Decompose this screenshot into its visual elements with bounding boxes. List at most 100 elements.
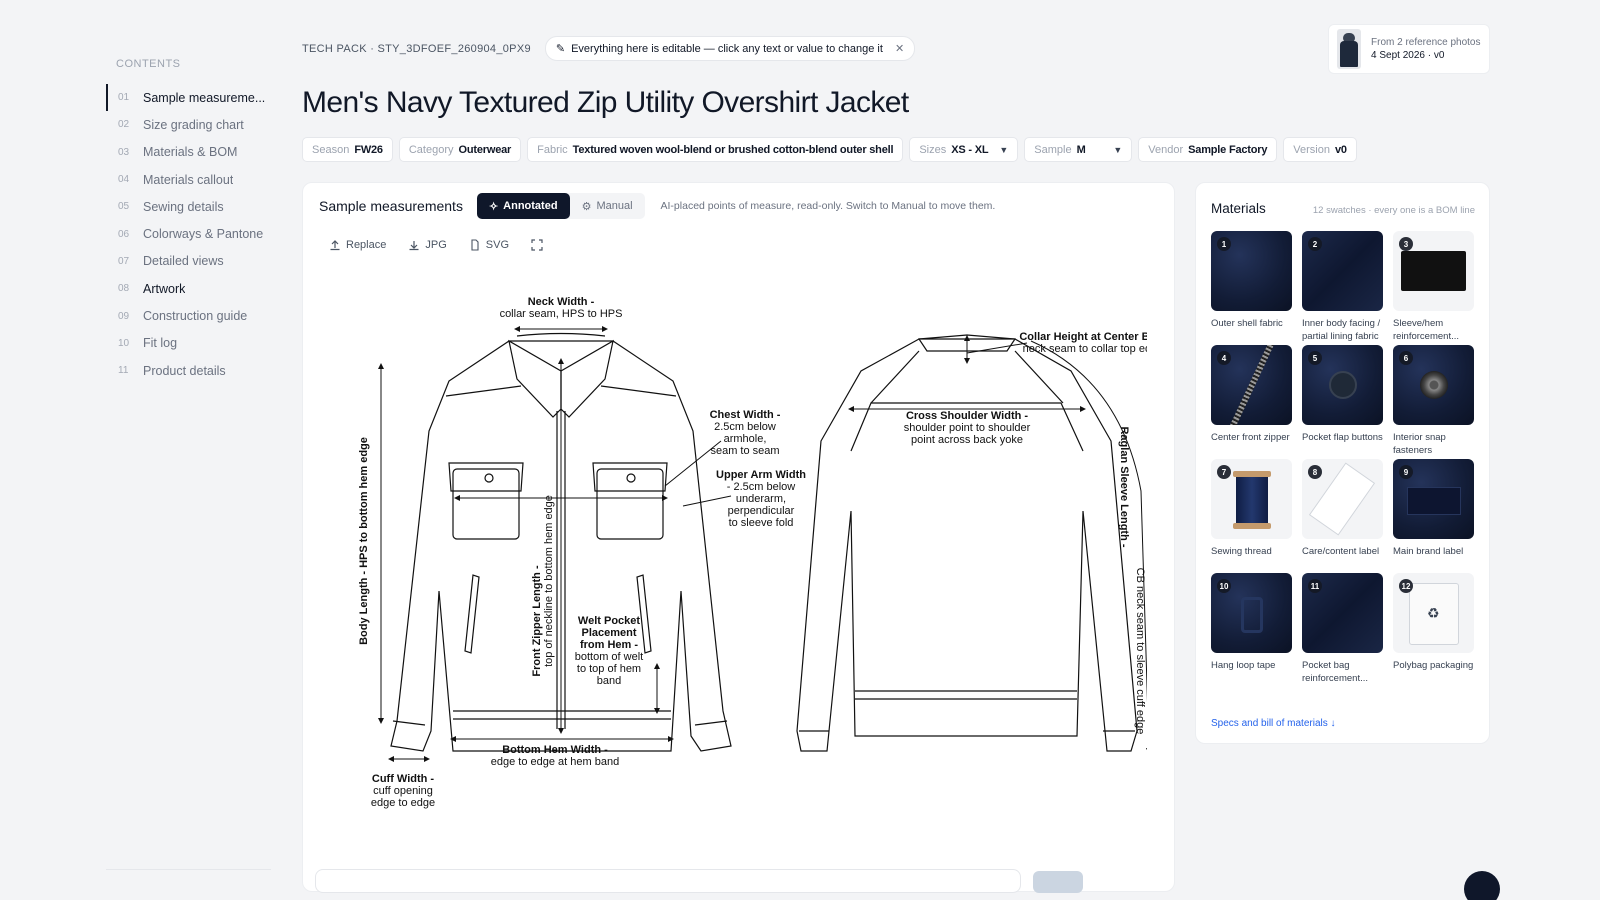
swatch-label: Sleeve/hem reinforcement... [1393,318,1459,342]
label-welt-pocket-6: band [597,675,621,687]
thread-spool-icon: 7 [1211,459,1292,539]
polybag-icon: 12 ♻ [1393,573,1474,653]
version-chip[interactable]: Version v0 [1283,137,1357,162]
label-upper-arm-desc-3: perpendicular [728,505,795,517]
attr-value: M [1076,143,1086,156]
swatch-label: Center front zipper [1211,432,1290,443]
attr-key: Sizes [919,143,947,156]
swatch-number: 10 [1217,579,1231,593]
brand-label-icon: 9 [1393,459,1474,539]
manual-mode-button[interactable]: ⚙ Manual [570,193,645,219]
toc-label: Product details [143,363,226,378]
file-icon [471,239,479,251]
label-upper-arm-desc-1: - 2.5cm below [727,481,796,493]
toc-item-size-grading[interactable]: 02 Size grading chart [106,111,276,138]
editable-hint-pill: ✎ Everything here is editable — click an… [544,36,916,61]
toc-item-product-details[interactable]: 11 Product details [106,357,276,384]
label-raglan-sleeve-desc: CB neck seam to sleeve cuff edge [1134,568,1146,735]
attr-value: FW26 [354,143,383,156]
specs-bom-link[interactable]: Specs and bill of materials ↓ [1211,718,1336,729]
annotated-mode-button[interactable]: ✧ Annotated [476,193,570,219]
swatch-pocket-bag[interactable]: 11 Pocket bag reinforcement... [1302,573,1383,687]
swatch-label: Outer shell fabric [1211,318,1283,329]
swatch-number: 3 [1399,237,1413,251]
swatch-care-label[interactable]: 8 Care/content label [1302,459,1383,573]
swatch-snaps[interactable]: 6 Interior snap fasteners [1393,345,1474,459]
mode-toggle: ✧ Annotated ⚙ Manual [476,193,645,219]
chat-button[interactable] [1464,871,1500,900]
swatch-number: 9 [1399,465,1413,479]
download-svg-button[interactable]: SVG [469,239,509,251]
sizes-select[interactable]: Sizes XS - XL ▼ [909,137,1019,162]
sparkle-icon: ✧ [488,200,499,213]
attr-value: v0 [1334,143,1347,156]
attr-value: Sample Factory [1188,143,1268,156]
swatch-reinforcement[interactable]: 3 Sleeve/hem reinforcement... [1393,231,1474,345]
fullscreen-button[interactable] [531,239,543,251]
snap-icon: 6 [1393,345,1474,425]
attr-key: Version [1293,143,1330,156]
swatch-label: Care/content label [1302,546,1380,557]
label-welt-pocket-5: to top of hem [577,663,641,675]
comment-input[interactable] [315,869,1021,893]
toc-heading: CONTENTS [116,58,181,70]
toc-item-artwork[interactable]: 08 Artwork [106,275,276,302]
fabric-chip[interactable]: Fabric Textured woven wool-blend or brus… [527,137,904,162]
reference-photos-card[interactable]: From 2 reference photos 4 Sept 2026 · v0 [1328,24,1490,74]
snap-shape [1420,371,1448,399]
toc-number: 09 [118,310,130,322]
swatch-zipper[interactable]: 4 Center front zipper [1211,345,1292,459]
toc-item-detailed-views[interactable]: 07 Detailed views [106,248,276,275]
swatch-number: 8 [1308,465,1322,479]
swatch-hang-loop[interactable]: 10 Hang loop tape [1211,573,1292,687]
label-welt-pocket-4: bottom of welt [575,651,643,663]
replace-button[interactable]: Replace [329,239,386,251]
toc-item-construction-guide[interactable]: 09 Construction guide [106,302,276,329]
attr-value: Outerwear [458,143,512,156]
label-welt-pocket-1: Welt Pocket [578,615,640,627]
label-bottom-hem-desc: edge to edge at hem band [491,756,619,768]
label-collar-height: Collar Height at Center Back - [1019,331,1147,343]
care-label-icon: 8 [1302,459,1383,539]
label-neck-width: Neck Width - [528,296,595,308]
label-welt-pocket-3: from Hem - [580,639,638,651]
download-jpg-button[interactable]: JPG [408,239,447,251]
swatch-number: 6 [1399,351,1413,365]
season-chip[interactable]: Season FW26 [302,137,393,162]
materials-subtitle: 12 swatches · every one is a BOM line [1312,205,1475,216]
send-button[interactable] [1033,871,1083,893]
swatch-polybag[interactable]: 12 ♻ Polybag packaging [1393,573,1474,687]
breadcrumb: TECH PACK · STY_3DFOEF_260904_0PX9 [302,42,531,55]
category-chip[interactable]: Category Outerwear [398,137,522,162]
swatch-thread[interactable]: 7 Sewing thread [1211,459,1292,573]
reinforcement-swatch-icon: 3 [1393,231,1474,311]
page-title[interactable]: Men's Navy Textured Zip Utility Overshir… [302,86,909,120]
toc-item-materials-bom[interactable]: 03 Materials & BOM [106,139,276,166]
swatch-number: 12 [1399,579,1413,593]
toc-item-fit-log[interactable]: 10 Fit log [106,330,276,357]
toc-item-sample-measurements[interactable]: 01 Sample measureme... [106,84,276,112]
swatch-buttons[interactable]: 5 Pocket flap buttons [1302,345,1383,459]
toc-item-materials-callout[interactable]: 04 Materials callout [106,166,276,193]
close-icon[interactable]: ✕ [895,42,904,55]
toc-item-colorways[interactable]: 06 Colorways & Pantone [106,220,276,247]
toc-number: 04 [118,174,130,186]
swatch-number: 5 [1308,351,1322,365]
swatch-outer-shell[interactable]: 1 Outer shell fabric [1211,231,1292,345]
vendor-chip[interactable]: Vendor Sample Factory [1138,137,1278,162]
swatch-label: Polybag packaging [1393,660,1474,671]
sample-size-select[interactable]: Sample M ▼ [1024,137,1133,162]
chevron-down-icon: ▼ [999,144,1009,155]
swatch-inner-lining[interactable]: 2 Inner body facing / partial lining fab… [1302,231,1383,345]
toc-item-sewing-details[interactable]: 05 Sewing details [106,193,276,220]
toc-label: Construction guide [143,309,248,324]
swatch-number: 11 [1308,579,1322,593]
toc-label: Materials callout [143,172,234,187]
upload-icon [330,240,340,251]
label-upper-arm-desc-2: underarm, [736,493,786,505]
swatch-label: Interior snap fasteners [1393,432,1446,456]
section-title: Sample measurements [319,198,463,214]
label-cuff-width: Cuff Width - [372,773,435,785]
swatch-brand-label[interactable]: 9 Main brand label [1393,459,1474,573]
materials-title: Materials [1211,201,1266,216]
